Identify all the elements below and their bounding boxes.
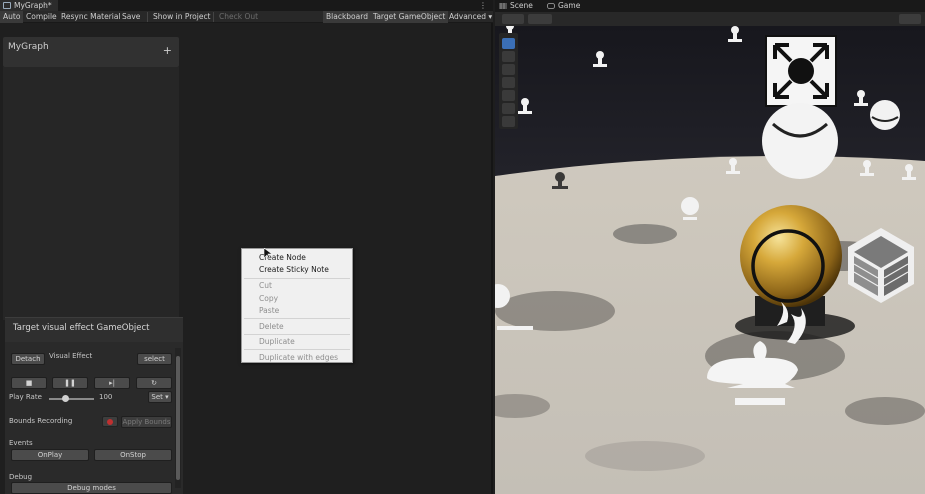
blackboard-toggle[interactable]: Blackboard bbox=[323, 11, 371, 23]
check-out-button[interactable]: Check Out bbox=[219, 11, 258, 23]
light-probe-icon bbox=[497, 326, 533, 330]
play-rate-slider-handle[interactable] bbox=[62, 395, 69, 402]
scene-tools-overlay bbox=[499, 33, 518, 129]
hand-tool-icon[interactable] bbox=[502, 38, 515, 49]
unity-editor: MyGraph* ⋮ Auto Compile Resync Material … bbox=[0, 0, 925, 494]
menu-item-duplicate[interactable]: Duplicate bbox=[259, 337, 295, 346]
floor-stain bbox=[613, 224, 677, 244]
graph-context-menu: Create Node Create Sticky Note Cut Copy … bbox=[241, 248, 353, 363]
tab-game-label: Game bbox=[558, 1, 581, 10]
floor-stain bbox=[585, 441, 705, 471]
advanced-dropdown[interactable]: Advanced ▾ bbox=[449, 11, 492, 23]
sphere-probe-icon bbox=[762, 103, 838, 179]
debug-modes-dropdown[interactable]: Debug modes bbox=[11, 482, 172, 494]
global-local-dropdown[interactable] bbox=[528, 14, 552, 24]
scale-tool-icon[interactable] bbox=[502, 77, 515, 88]
menu-separator bbox=[244, 318, 350, 319]
add-property-button[interactable]: + bbox=[163, 45, 172, 56]
restart-button[interactable]: ↻ bbox=[136, 377, 172, 389]
play-rate-value[interactable]: 100 bbox=[99, 393, 112, 401]
record-bounds-icon[interactable] bbox=[102, 416, 118, 427]
rect-tool-icon[interactable] bbox=[502, 90, 515, 101]
onstop-button[interactable]: OnStop bbox=[94, 449, 172, 461]
floor-stain bbox=[495, 291, 615, 331]
target-panel-header: Target visual effect GameObject bbox=[5, 318, 183, 342]
target-panel-scrollbar[interactable] bbox=[175, 348, 181, 488]
transform-tool-icon[interactable] bbox=[502, 103, 515, 114]
blackboard-panel: MyGraph + bbox=[3, 37, 179, 67]
gamepad-icon bbox=[547, 3, 555, 9]
show-in-project-button[interactable]: Show in Project bbox=[153, 11, 211, 23]
target-visual-effect-panel: Target visual effect GameObject Detach V… bbox=[5, 317, 183, 494]
tab-mygraph-label: MyGraph* bbox=[14, 1, 52, 10]
apply-bounds-button[interactable]: Apply Bounds bbox=[121, 416, 172, 428]
scene-toolbar bbox=[495, 12, 925, 26]
debug-label: Debug bbox=[9, 473, 33, 481]
menu-item-delete[interactable]: Delete bbox=[259, 322, 284, 331]
pause-button[interactable]: ❚❚ bbox=[52, 377, 88, 389]
menu-separator bbox=[244, 334, 350, 335]
tab-scene[interactable]: Scene bbox=[497, 0, 533, 12]
vfx-toolbar: Auto Compile Resync Material Save Show i… bbox=[0, 11, 493, 23]
menu-separator bbox=[244, 278, 350, 279]
scene-window: Scene Game bbox=[495, 0, 925, 494]
scrollbar-thumb[interactable] bbox=[176, 356, 180, 480]
tab-scene-label: Scene bbox=[510, 1, 533, 10]
resync-material-button[interactable]: Resync Material bbox=[61, 11, 121, 23]
tab-mygraph[interactable]: MyGraph* bbox=[0, 0, 58, 11]
vfx-graph-icon bbox=[3, 2, 11, 9]
reflection-probe-icon bbox=[870, 100, 900, 130]
move-tool-icon[interactable] bbox=[502, 51, 515, 62]
window-menu-icon[interactable]: ⋮ bbox=[479, 0, 487, 11]
select-button[interactable]: select bbox=[137, 353, 172, 365]
events-label: Events bbox=[9, 439, 33, 447]
step-button[interactable]: ▸| bbox=[94, 377, 130, 389]
play-rate-label: Play Rate bbox=[9, 393, 42, 401]
menu-item-create-sticky-note[interactable]: Create Sticky Note bbox=[259, 265, 329, 274]
toolbar-divider bbox=[147, 12, 148, 22]
vfx-graph-window: MyGraph* ⋮ Auto Compile Resync Material … bbox=[0, 0, 493, 494]
tab-game[interactable]: Game bbox=[545, 0, 580, 12]
menu-item-cut[interactable]: Cut bbox=[259, 281, 272, 290]
auto-toggle[interactable]: Auto bbox=[0, 11, 24, 23]
draw-mode-dropdown[interactable] bbox=[502, 14, 524, 24]
play-rate-slider-track[interactable] bbox=[49, 398, 94, 400]
custom-tool-icon[interactable] bbox=[502, 116, 515, 127]
target-gameobject-toggle[interactable]: Target GameObject bbox=[370, 11, 449, 23]
visual-effect-label: Visual Effect bbox=[49, 352, 93, 360]
stop-button[interactable]: ■ bbox=[11, 377, 47, 389]
scene-grid-icon bbox=[499, 3, 507, 9]
scene-viewport[interactable] bbox=[495, 26, 925, 494]
blackboard-title: MyGraph bbox=[8, 42, 49, 52]
bounds-recording-label: Bounds Recording bbox=[9, 417, 73, 425]
scene-tab-bar: Scene Game bbox=[495, 0, 925, 12]
save-button[interactable]: Save bbox=[122, 11, 140, 23]
vfx-tab-bar: MyGraph* ⋮ bbox=[0, 0, 493, 11]
toolbar-divider bbox=[213, 12, 214, 22]
compile-button[interactable]: Compile bbox=[26, 11, 57, 23]
onplay-button[interactable]: OnPlay bbox=[11, 449, 89, 461]
mouse-cursor-icon bbox=[264, 248, 272, 260]
blackboard-body bbox=[3, 67, 179, 320]
menu-item-paste[interactable]: Paste bbox=[259, 306, 279, 315]
target-panel-title: Target visual effect GameObject bbox=[13, 323, 150, 333]
menu-item-copy[interactable]: Copy bbox=[259, 294, 278, 303]
set-dropdown[interactable]: Set ▾ bbox=[148, 391, 172, 403]
floor-stain bbox=[845, 397, 925, 425]
rotate-tool-icon[interactable] bbox=[502, 64, 515, 75]
menu-separator bbox=[244, 349, 350, 350]
move-tool-gizmo-icon bbox=[765, 35, 837, 107]
menu-item-duplicate-with-edges[interactable]: Duplicate with edges bbox=[259, 353, 338, 362]
detach-button[interactable]: Detach bbox=[11, 353, 45, 365]
scene-visibility-dropdown[interactable] bbox=[899, 14, 921, 24]
